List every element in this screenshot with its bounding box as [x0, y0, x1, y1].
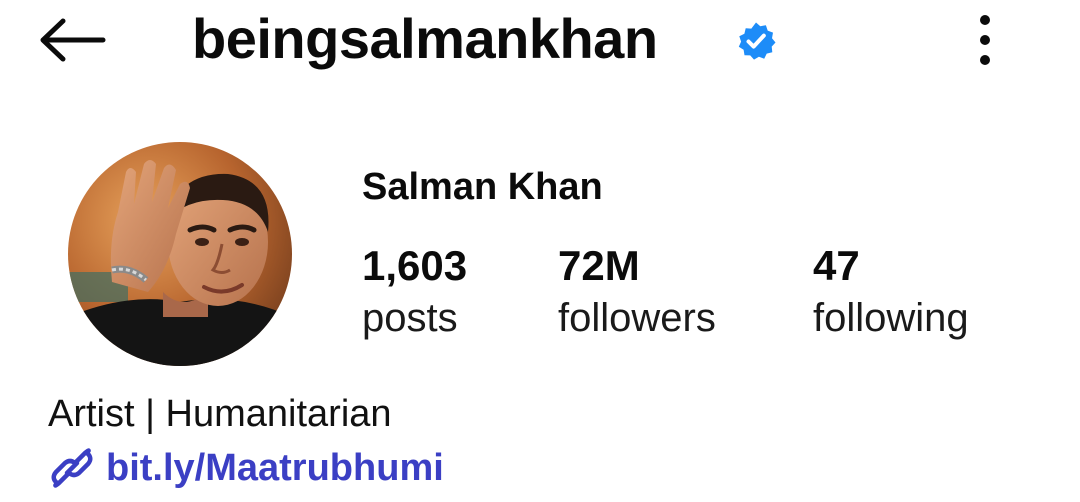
arrow-left-icon: [40, 18, 106, 62]
verified-badge-icon: [738, 22, 776, 60]
profile-full-name: Salman Khan: [362, 166, 603, 208]
following-label: following: [813, 296, 969, 340]
more-vertical-icon: [980, 15, 990, 65]
link-icon: [51, 448, 93, 488]
profile-bio: Artist | Humanitarian: [48, 393, 392, 435]
back-button[interactable]: [34, 14, 110, 66]
profile-avatar[interactable]: [68, 142, 292, 366]
profile-page: beingsalmankhan Salman Khan 1,603 posts …: [0, 0, 1080, 502]
posts-stat[interactable]: 1,603 posts: [362, 240, 467, 344]
profile-link[interactable]: bit.ly/Maatrubhumi: [48, 442, 444, 494]
more-options-button[interactable]: [962, 8, 1008, 72]
followers-label: followers: [558, 296, 716, 340]
following-count: 47: [813, 242, 860, 289]
posts-label: posts: [362, 296, 458, 340]
profile-header: beingsalmankhan: [0, 0, 1080, 90]
posts-count: 1,603: [362, 242, 468, 289]
following-stat[interactable]: 47 following: [813, 240, 969, 344]
profile-photo: [68, 142, 292, 366]
followers-count: 72M: [558, 242, 640, 289]
followers-stat[interactable]: 72M followers: [558, 240, 716, 344]
profile-username: beingsalmankhan: [192, 7, 658, 70]
profile-link-text: bit.ly/Maatrubhumi: [106, 447, 444, 489]
